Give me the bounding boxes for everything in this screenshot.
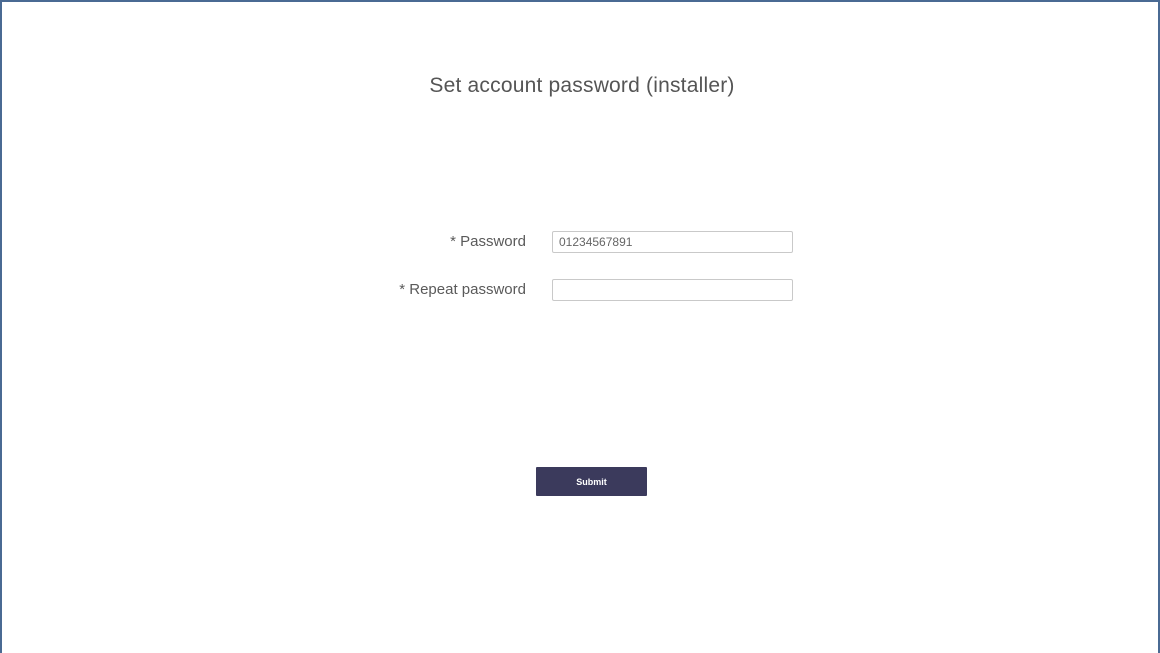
password-label: * Password bbox=[450, 233, 526, 250]
submit-button[interactable]: Submit bbox=[536, 467, 647, 496]
page-title: Set account password (installer) bbox=[429, 74, 735, 97]
repeat-password-row: * Repeat password bbox=[2, 278, 526, 302]
page-frame: Set account password (installer) * Passw… bbox=[0, 0, 1160, 653]
repeat-password-label: * Repeat password bbox=[399, 281, 526, 298]
repeat-password-field[interactable] bbox=[552, 279, 793, 301]
password-field[interactable] bbox=[552, 231, 793, 253]
password-row: * Password bbox=[2, 230, 526, 254]
